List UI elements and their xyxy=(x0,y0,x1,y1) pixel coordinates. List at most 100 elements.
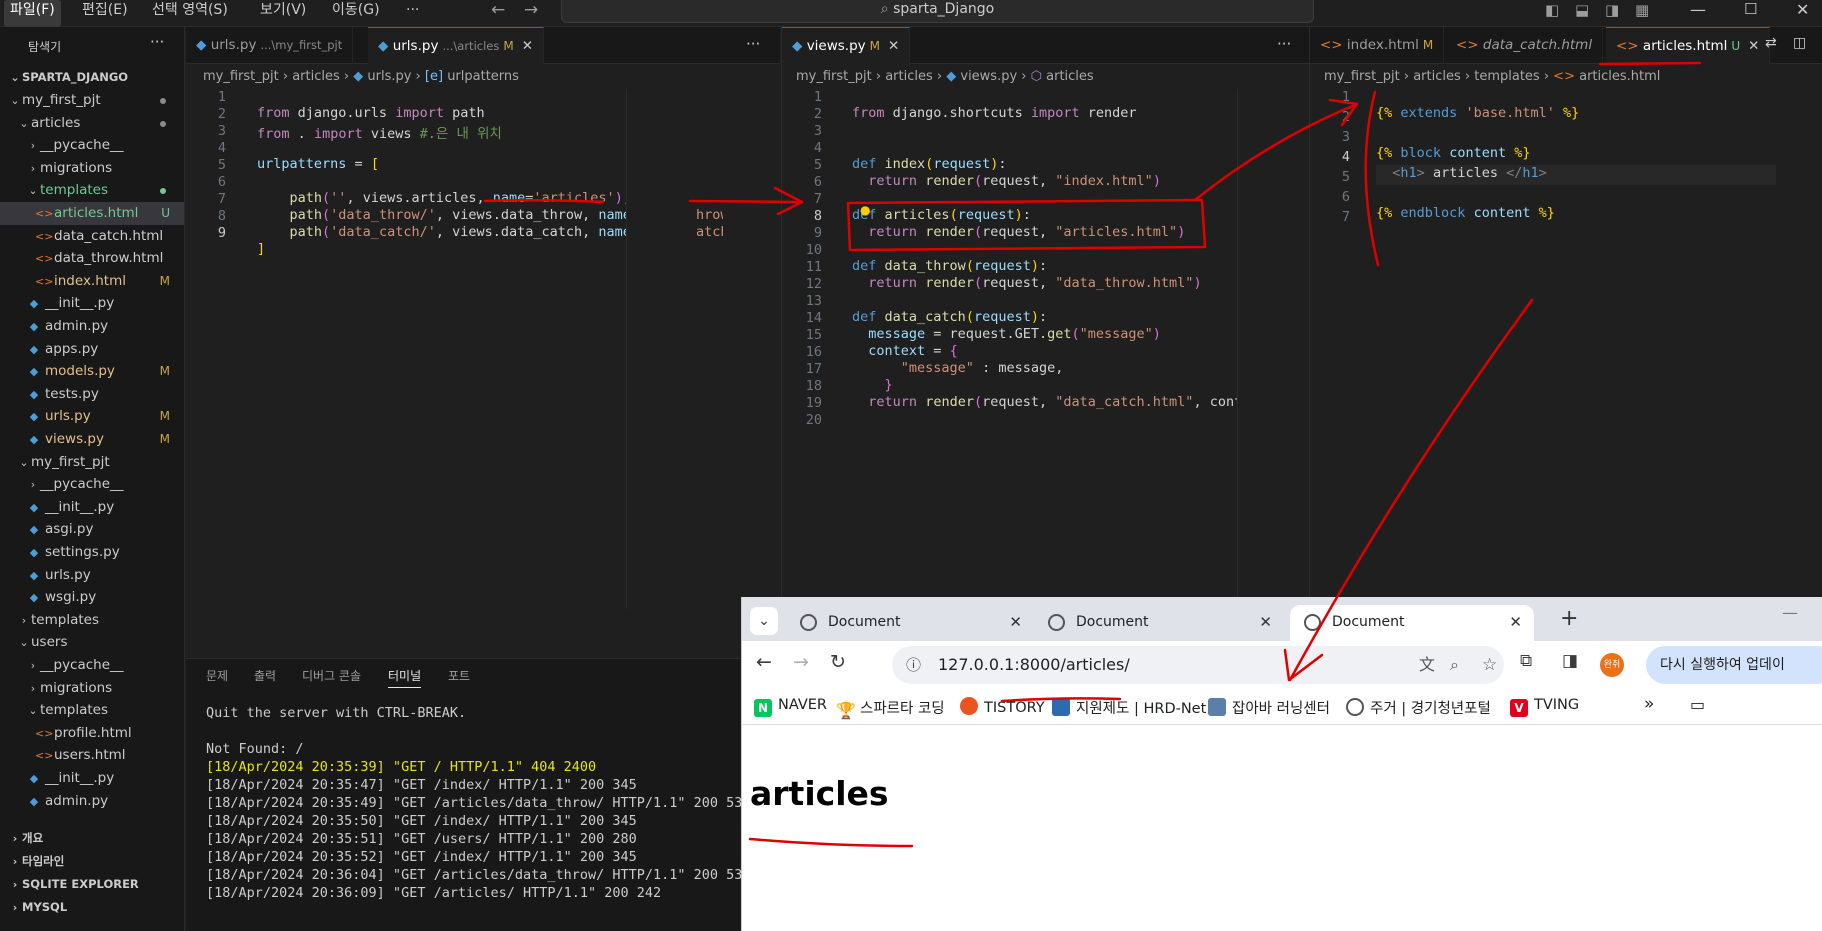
tree-item[interactable]: <>index.html M xyxy=(0,270,184,293)
tree-item[interactable]: ⌄ users xyxy=(0,631,184,654)
tree-item[interactable]: ◆ __init__.py xyxy=(0,292,184,315)
tree-item[interactable]: › migrations xyxy=(0,677,184,700)
tree-item[interactable]: ◆ wsgi.py xyxy=(0,586,184,609)
tree-item[interactable]: <>users.html xyxy=(0,744,184,767)
close-tab-icon[interactable]: ✕ xyxy=(522,38,533,54)
tree-item[interactable]: ⌄ articles xyxy=(0,112,184,135)
tree-item[interactable]: ◆ apps.py xyxy=(0,338,184,361)
tree-item[interactable]: ⌄ my_first_pjt xyxy=(0,451,184,474)
tab-views[interactable]: ◆ views.py M ✕ xyxy=(782,27,911,64)
minimap[interactable] xyxy=(626,89,696,609)
bookmark-tving[interactable]: V TVING xyxy=(1510,697,1579,717)
translate-icon[interactable]: 文 xyxy=(1419,646,1435,684)
tree-item[interactable]: › __pycache__ xyxy=(0,473,184,496)
customize-layout-icon[interactable]: ▦ xyxy=(1635,1,1649,19)
browser-tab-active[interactable]: Document ✕ xyxy=(1290,605,1534,641)
bookmark-housing[interactable]: 주거 | 경기청년포털 xyxy=(1346,697,1491,718)
tab-articles-html[interactable]: <> articles.html U ✕ xyxy=(1606,27,1771,64)
bookmark-naver[interactable]: N NAVER xyxy=(754,697,827,717)
workspace-root[interactable]: ⌄ SPARTA_DJANGO xyxy=(0,66,184,89)
profile-avatar[interactable]: 완취 xyxy=(1600,653,1624,677)
panel-tab-problems[interactable]: 문제 xyxy=(206,667,228,684)
tree-item[interactable]: <>articles.html U xyxy=(0,202,184,225)
menu-edit[interactable]: 편집(E) xyxy=(76,0,134,27)
tree-item[interactable]: ◆ urls.py xyxy=(0,564,184,587)
panel-tab-debug-console[interactable]: 디버그 콘솔 xyxy=(302,667,361,684)
breadcrumb-item[interactable]: urls.py xyxy=(367,69,411,84)
tab-urls-articles[interactable]: ◆ urls.py ...\articles M ✕ xyxy=(368,27,545,64)
back-arrow-icon[interactable]: ← xyxy=(756,651,772,673)
tab-data-catch-html[interactable]: <> data_catch.html xyxy=(1446,27,1604,64)
panel-tab-ports[interactable]: 포트 xyxy=(448,667,470,684)
tree-item[interactable]: ◆ admin.py xyxy=(0,315,184,338)
tab-index-html[interactable]: <> index.html M xyxy=(1310,27,1445,64)
toggle-sidebar-icon[interactable]: ◧ xyxy=(1545,1,1559,19)
menu-view[interactable]: 보기(V) xyxy=(254,0,312,27)
address-bar[interactable]: ⓘ 127.0.0.1:8000/articles/ 文 ⌕ ☆ xyxy=(892,646,1504,684)
menu-selection[interactable]: 선택 영역(S) xyxy=(146,0,234,27)
terminal-output[interactable]: Quit the server with CTRL-BREAK. Not Foun… xyxy=(206,704,751,902)
breadcrumb-item[interactable]: urlpatterns xyxy=(447,69,519,84)
maximize-icon[interactable]: ☐ xyxy=(1744,0,1757,18)
breadcrumb-item[interactable]: articles xyxy=(1046,69,1094,84)
extensions-icon[interactable]: ⧉ xyxy=(1520,651,1532,671)
breadcrumb-item[interactable]: articles.html xyxy=(1579,69,1660,84)
folder-icon[interactable]: ▭ xyxy=(1690,695,1705,714)
back-arrow-icon[interactable]: ← xyxy=(491,0,505,20)
close-tab-icon[interactable]: ✕ xyxy=(1509,605,1522,639)
reload-icon[interactable]: ↻ xyxy=(830,651,846,673)
tree-item[interactable]: ⌄ my_first_pjt xyxy=(0,89,184,112)
browser-tab[interactable]: Document ✕ xyxy=(786,605,1034,641)
more-actions-icon[interactable]: ··· xyxy=(150,33,164,51)
breadcrumb-item[interactable]: articles xyxy=(885,69,933,84)
bookmark-hrdnet[interactable]: 지원제도 | HRD-Net xyxy=(1052,697,1206,718)
section-timeline[interactable]: › 타임라인 xyxy=(0,850,184,873)
tree-item[interactable]: <>data_throw.html xyxy=(0,247,184,270)
panel-tab-output[interactable]: 출력 xyxy=(254,667,276,684)
split-editor-icon[interactable]: ◫ xyxy=(1793,35,1806,51)
bookmark-sparta[interactable]: 🏆 스파르타 코딩 xyxy=(836,697,945,720)
more-bookmarks-icon[interactable]: » xyxy=(1644,694,1654,714)
breadcrumb-item[interactable]: views.py xyxy=(960,69,1017,84)
side-panel-icon[interactable]: ◨ xyxy=(1562,651,1578,671)
breadcrumb-item[interactable]: my_first_pjt xyxy=(796,69,872,84)
bookmark-jobaba[interactable]: 잡아바 러닝센터 xyxy=(1208,697,1330,718)
tree-item[interactable]: ⌄ templates xyxy=(0,699,184,722)
tree-item[interactable]: ◆ tests.py xyxy=(0,383,184,406)
code-views[interactable]: from django.shortcuts import render def i… xyxy=(852,89,1302,477)
tab-urls-project[interactable]: ◆ urls.py ...\my_first_pjt xyxy=(186,27,354,64)
close-tab-icon[interactable]: ✕ xyxy=(1009,605,1022,639)
tree-item[interactable]: › templates xyxy=(0,609,184,632)
close-tab-icon[interactable]: ✕ xyxy=(1748,38,1759,54)
compare-changes-icon[interactable]: ⇄ xyxy=(1765,35,1777,51)
minimize-icon[interactable]: — xyxy=(1782,603,1798,622)
tree-item[interactable]: <>profile.html xyxy=(0,722,184,745)
lightbulb-icon[interactable]: ● xyxy=(860,203,870,217)
tree-item[interactable]: › migrations xyxy=(0,157,184,180)
section-sqlite-explorer[interactable]: › SQLITE EXPLORER xyxy=(0,873,184,896)
minimize-icon[interactable]: — xyxy=(1690,0,1706,19)
breadcrumb-item[interactable]: my_first_pjt xyxy=(203,69,279,84)
tree-item[interactable]: <>data_catch.html xyxy=(0,225,184,248)
panel-tab-terminal[interactable]: 터미널 xyxy=(388,667,422,688)
close-tab-icon[interactable]: ✕ xyxy=(888,38,899,54)
toggle-panel-icon[interactable]: ⬓ xyxy=(1575,1,1589,19)
tree-item[interactable]: › __pycache__ xyxy=(0,654,184,677)
command-center[interactable]: ⌕ sparta_Django xyxy=(561,0,1314,23)
breadcrumb-item[interactable]: my_first_pjt xyxy=(1324,69,1400,84)
tree-item[interactable]: ◆ admin.py xyxy=(0,790,184,813)
relaunch-update-button[interactable]: 다시 실행하여 업데이 xyxy=(1646,646,1822,684)
breadcrumb-item[interactable]: templates xyxy=(1474,69,1539,84)
bookmark-star-icon[interactable]: ☆ xyxy=(1482,646,1497,684)
toggle-secondary-sidebar-icon[interactable]: ◨ xyxy=(1605,1,1619,19)
forward-arrow-icon[interactable]: → xyxy=(793,651,809,673)
tree-item[interactable]: ◆ asgi.py xyxy=(0,518,184,541)
tree-item[interactable]: ◆ urls.py M xyxy=(0,405,184,428)
breadcrumb-item[interactable]: articles xyxy=(1413,69,1461,84)
close-tab-icon[interactable]: ✕ xyxy=(1259,605,1272,639)
zoom-icon[interactable]: ⌕ xyxy=(1450,646,1459,684)
breadcrumb-item[interactable]: articles xyxy=(292,69,340,84)
section-outline[interactable]: › 개요 xyxy=(0,827,184,850)
site-info-icon[interactable]: ⓘ xyxy=(906,646,921,684)
tree-item[interactable]: ◆ __init__.py xyxy=(0,496,184,519)
